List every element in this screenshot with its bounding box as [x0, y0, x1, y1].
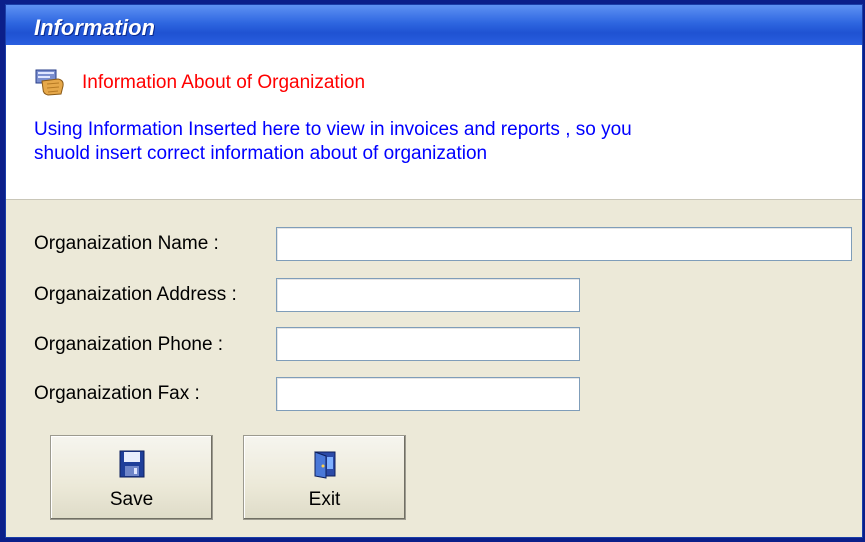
- header-description: Using Information Inserted here to view …: [34, 118, 754, 166]
- organization-fax-label: Organaization Fax :: [34, 383, 200, 404]
- description-line-2: shuold insert correct information about …: [34, 143, 488, 164]
- hand-card-icon: [35, 69, 64, 96]
- exit-label: Exit: [308, 489, 341, 510]
- header-panel: Information About of Organization Using …: [6, 45, 862, 200]
- organization-fax-input[interactable]: [276, 377, 580, 411]
- organization-name-label: Organaization Name :: [34, 233, 219, 254]
- organization-address-label: Organaization Address :: [34, 284, 237, 305]
- information-dialog: Information Information About of Organiz…: [5, 4, 863, 538]
- organization-name-input[interactable]: [276, 227, 852, 261]
- title-bar[interactable]: Information: [6, 5, 862, 45]
- organization-phone-input[interactable]: [276, 327, 580, 361]
- save-label: Save: [109, 489, 154, 510]
- organization-address-input[interactable]: [276, 278, 580, 312]
- exit-button[interactable]: Exit: [243, 435, 406, 520]
- header-title: Information About of Organization: [82, 72, 366, 93]
- description-line-1: Using Information Inserted here to view …: [34, 119, 632, 140]
- exit-door-icon: [314, 451, 336, 479]
- organization-phone-label: Organaization Phone :: [34, 334, 224, 355]
- floppy-disk-icon: [119, 450, 145, 478]
- window-title: Information: [34, 15, 155, 40]
- save-button[interactable]: Save: [50, 435, 213, 520]
